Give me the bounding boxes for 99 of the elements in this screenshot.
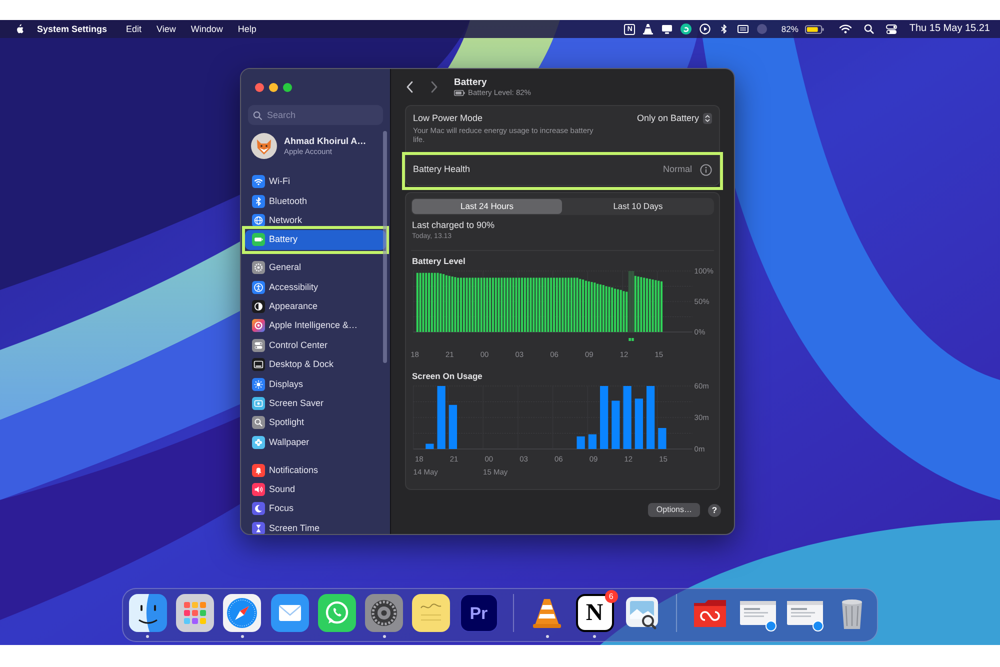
tab[interactable]: Last 10 Days bbox=[563, 199, 713, 214]
sun-icon bbox=[252, 378, 265, 391]
back-button[interactable] bbox=[404, 80, 414, 94]
wifi-icon bbox=[252, 175, 265, 188]
sidebar-item[interactable]: Apple Intelligence &… bbox=[245, 316, 386, 336]
sidebar-item[interactable]: Accessibility bbox=[245, 277, 386, 297]
sidebar-item[interactable]: Sound bbox=[245, 480, 386, 500]
play-circle-icon[interactable] bbox=[699, 23, 712, 35]
bell-icon bbox=[252, 464, 265, 477]
sidebar-item[interactable]: Appearance bbox=[245, 296, 386, 316]
sidebar-item[interactable]: General bbox=[245, 258, 386, 278]
keyboard-icon[interactable] bbox=[737, 23, 750, 35]
screen-usage-bar bbox=[623, 386, 632, 449]
envelope-icon[interactable] bbox=[270, 594, 309, 632]
menu-bar-item[interactable]: View bbox=[156, 24, 176, 34]
sidebar-item[interactable]: Displays bbox=[245, 374, 386, 394]
gear-icon[interactable] bbox=[365, 594, 404, 632]
page-title: Battery bbox=[454, 76, 488, 88]
toggles-icon bbox=[252, 338, 265, 352]
options-button[interactable]: Options… bbox=[648, 503, 700, 517]
app-menu[interactable]: System Settings bbox=[37, 24, 108, 34]
sidebar-item[interactable]: Wi-Fi bbox=[245, 172, 386, 192]
setting-label: Low Power Mode bbox=[413, 113, 484, 124]
search-field[interactable]: Search bbox=[248, 105, 383, 125]
screen-usage-bar bbox=[576, 436, 585, 449]
battery-icon[interactable] bbox=[805, 24, 824, 34]
sidebar-item[interactable]: Bluetooth bbox=[245, 191, 386, 211]
chart-title: Screen On Usage bbox=[411, 371, 484, 382]
pr-app-icon[interactable]: Pr bbox=[460, 594, 498, 632]
screen-usage-bar bbox=[600, 386, 608, 449]
apple-logo-icon[interactable] bbox=[15, 24, 24, 34]
search-icon bbox=[253, 110, 262, 120]
setting-value: Normal bbox=[662, 164, 692, 175]
menu-bar-clock[interactable]: Thu 15 May 15.21 bbox=[909, 24, 990, 34]
picture-frame-icon bbox=[252, 396, 265, 410]
account-name[interactable]: Ahmad Khoirul A… bbox=[284, 136, 366, 146]
info-icon[interactable] bbox=[700, 164, 712, 176]
screen-usage-bar bbox=[448, 404, 457, 449]
accessibility-icon bbox=[252, 280, 265, 294]
screen-usage-bar bbox=[634, 398, 643, 449]
screen-usage-bar bbox=[588, 434, 596, 449]
half-circle-icon bbox=[252, 300, 265, 314]
minimize-button[interactable] bbox=[268, 82, 278, 92]
screen-usage-bar bbox=[612, 400, 620, 449]
chevron-left-icon bbox=[406, 81, 412, 93]
menu-bar-item[interactable]: Edit bbox=[126, 24, 142, 34]
scrollbar[interactable] bbox=[383, 131, 387, 363]
sidebar-item[interactable]: Wallpaper bbox=[245, 432, 386, 452]
fox-avatar-icon[interactable] bbox=[251, 133, 277, 159]
help-button[interactable]: ? bbox=[708, 504, 721, 516]
sidebar-item[interactable]: Desktop & Dock bbox=[245, 355, 386, 374]
popup-button[interactable]: Only on Battery bbox=[636, 113, 712, 124]
battery-icon bbox=[252, 233, 265, 246]
hourglass-icon bbox=[252, 522, 265, 534]
screen-usage-bar bbox=[658, 428, 666, 449]
compass-icon[interactable] bbox=[223, 594, 262, 632]
globe-icon bbox=[252, 214, 265, 227]
moon-icon bbox=[252, 502, 265, 516]
chat-bubble-icon[interactable] bbox=[318, 594, 356, 632]
app-circle-icon[interactable] bbox=[680, 23, 692, 35]
bluetooth-icon bbox=[252, 194, 265, 208]
sidebar-item[interactable]: Focus bbox=[245, 499, 386, 519]
sidebar-item[interactable]: Notifications bbox=[245, 460, 386, 480]
up-down-chevron-icon bbox=[703, 113, 712, 124]
wifi-icon[interactable] bbox=[839, 24, 852, 34]
search-icon[interactable] bbox=[864, 24, 874, 34]
tab[interactable]: Last 24 Hours bbox=[412, 199, 562, 214]
toggles-icon[interactable] bbox=[886, 24, 898, 34]
traffic-cone-icon[interactable] bbox=[642, 23, 654, 35]
sidebar-item[interactable]: Network bbox=[245, 210, 386, 230]
sidebar-item[interactable]: Control Center bbox=[245, 336, 386, 356]
zoom-button[interactable] bbox=[282, 82, 292, 92]
forward-button[interactable] bbox=[429, 80, 439, 94]
setting-label: Battery Health bbox=[413, 164, 470, 175]
battery-percentage: 82% bbox=[781, 24, 798, 34]
sidebar-item[interactable]: Spotlight bbox=[245, 413, 386, 433]
gear-icon bbox=[252, 261, 265, 274]
app-grid-icon[interactable] bbox=[176, 594, 214, 632]
split-face-icon[interactable] bbox=[128, 594, 167, 632]
chevron-right-icon bbox=[430, 81, 438, 93]
sidebar-item[interactable]: Screen Time bbox=[245, 518, 386, 534]
close-button[interactable] bbox=[254, 82, 264, 92]
speaker-icon bbox=[252, 483, 265, 496]
menu-bar-item[interactable]: Window bbox=[190, 24, 223, 34]
monitor-icon[interactable] bbox=[661, 23, 674, 35]
sidebar-item[interactable]: Screen Saver bbox=[245, 394, 386, 414]
battery-icon bbox=[454, 90, 465, 96]
sidebar-item[interactable]: Battery bbox=[245, 230, 386, 250]
swirl-icon bbox=[252, 319, 265, 332]
monitor-icon bbox=[252, 358, 265, 372]
note-icon[interactable] bbox=[412, 594, 450, 632]
chart-title: Battery Level bbox=[411, 256, 466, 267]
search-icon bbox=[252, 416, 265, 430]
screen-usage-bar bbox=[426, 444, 434, 449]
flower-icon bbox=[252, 436, 265, 449]
last-charged-title: Last charged to 90% bbox=[411, 220, 496, 231]
screen-usage-bar bbox=[437, 386, 446, 449]
menu-bar-item[interactable]: Help bbox=[238, 24, 256, 34]
screen-usage-bar bbox=[646, 386, 655, 449]
